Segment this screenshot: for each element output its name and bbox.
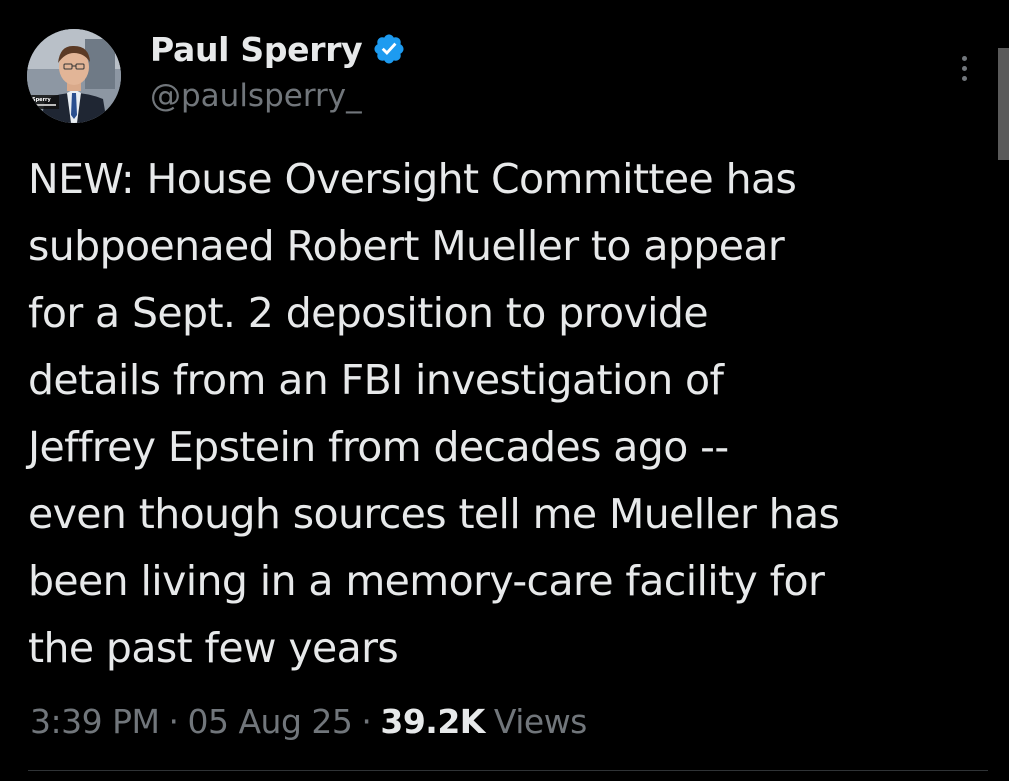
tweet-time[interactable]: 3:39 PM <box>30 702 160 741</box>
scrollbar[interactable] <box>998 48 1009 160</box>
views-count[interactable]: 39.2K <box>380 702 485 741</box>
avatar-image: Sperry <box>27 29 121 123</box>
name-row: Paul Sperry <box>150 22 406 76</box>
more-options-icon[interactable] <box>948 48 980 88</box>
user-handle[interactable]: @paulsperry_ <box>150 78 406 114</box>
tweet-meta: 3:39 PM · 05 Aug 25 · 39.2K Views <box>30 696 587 746</box>
divider <box>28 770 988 771</box>
views-label: Views <box>493 701 588 741</box>
meta-separator: · <box>361 701 372 741</box>
tweet-text: NEW: House Oversight Committee has subpo… <box>28 155 840 672</box>
more-dot <box>961 65 967 71</box>
verified-badge-icon <box>372 32 406 66</box>
avatar-caption: Sperry <box>32 97 52 103</box>
tweet-screenshot: Sperry Paul Sperry @paulsperry_ NEW: Hou… <box>0 0 1009 781</box>
avatar[interactable]: Sperry <box>27 29 121 123</box>
author-block: Paul Sperry @paulsperry_ <box>150 22 406 132</box>
meta-separator: · <box>168 701 179 741</box>
tweet-date[interactable]: 05 Aug 25 <box>187 702 352 741</box>
display-name[interactable]: Paul Sperry <box>150 30 363 69</box>
more-dot <box>961 55 967 61</box>
more-dot <box>961 75 967 81</box>
